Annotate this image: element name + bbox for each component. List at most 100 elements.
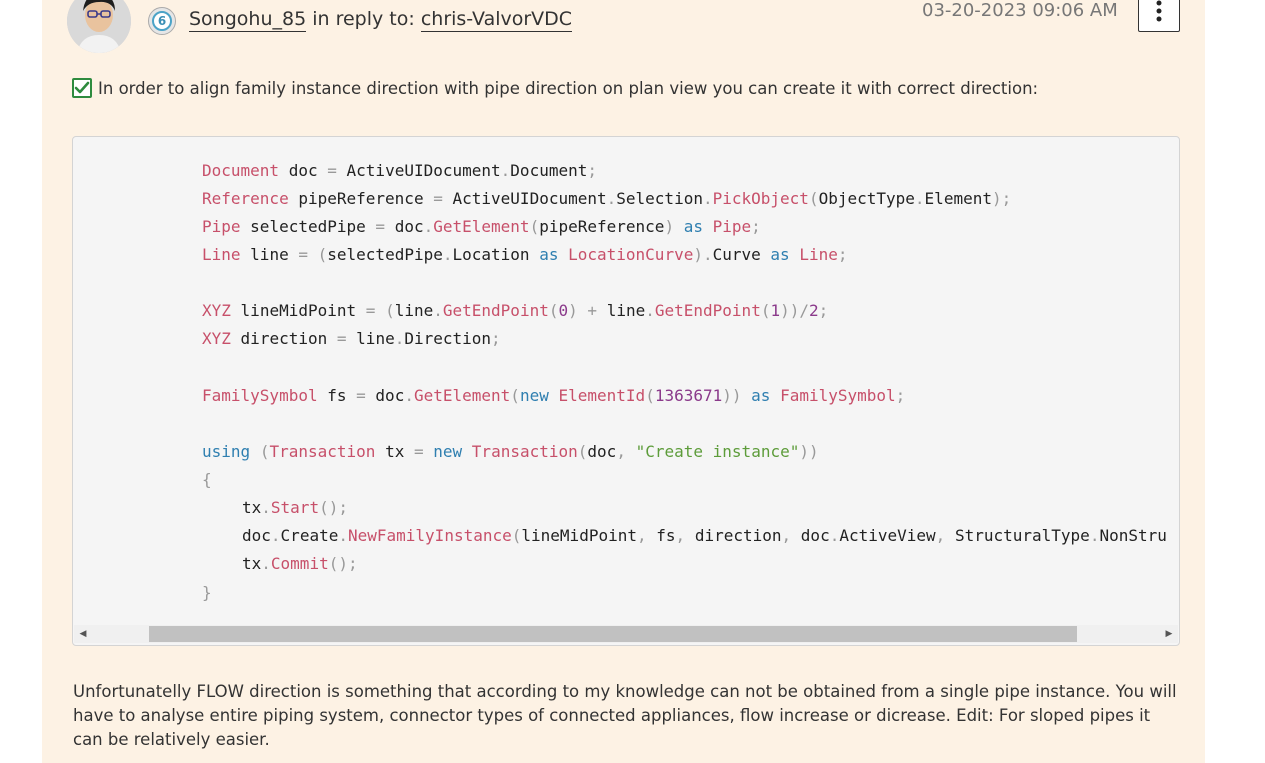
accepted-solution-check-icon bbox=[72, 78, 92, 98]
code-token: ( bbox=[511, 526, 522, 545]
code-token: direction bbox=[694, 526, 782, 545]
code-token: Selection bbox=[616, 189, 703, 208]
code-token: } bbox=[202, 583, 212, 602]
code-token: new bbox=[433, 442, 463, 461]
code-token: ; bbox=[587, 161, 597, 180]
code-token: , bbox=[781, 526, 792, 545]
rank-number: 6 bbox=[152, 11, 172, 31]
reply-to-link[interactable]: chris-ValvorVDC bbox=[420, 8, 573, 32]
code-token: Create bbox=[280, 526, 339, 545]
code-token: ; bbox=[818, 301, 829, 320]
code-token: Pipe bbox=[712, 217, 752, 236]
code-token: . bbox=[261, 554, 271, 573]
code-token: Transaction bbox=[471, 442, 578, 461]
post-options-button[interactable] bbox=[1138, 0, 1180, 32]
code-token: + bbox=[587, 301, 598, 320]
code-token: 1 bbox=[770, 301, 781, 320]
code-token: NewFamilyInstance bbox=[347, 526, 512, 545]
code-token: XYZ bbox=[202, 329, 231, 348]
user-avatar[interactable] bbox=[67, 0, 131, 53]
code-token: GetEndPoint bbox=[654, 301, 761, 320]
code-line: tx.Start(); bbox=[242, 494, 348, 522]
code-token: = bbox=[375, 217, 386, 236]
code-token: 2 bbox=[809, 301, 819, 320]
code-token: ( bbox=[385, 301, 395, 320]
scroll-left-arrow-icon[interactable]: ◀ bbox=[74, 625, 92, 643]
scrollbar-thumb[interactable] bbox=[149, 626, 1077, 642]
code-block[interactable]: Document doc = ActiveUIDocument.Document… bbox=[72, 136, 1180, 646]
code-token: . bbox=[500, 161, 511, 180]
reply-prefix: in reply to: bbox=[312, 8, 415, 30]
code-token: doc bbox=[288, 161, 318, 180]
rank-badge: 6 bbox=[148, 7, 176, 35]
post-timestamp: 03-20-2023 09:06 AM bbox=[922, 0, 1118, 21]
code-token: ); bbox=[991, 189, 1012, 208]
code-token: ( bbox=[529, 217, 540, 236]
code-token: ) bbox=[568, 301, 578, 320]
intro-text: In order to align family instance direct… bbox=[98, 78, 1039, 98]
code-token: = bbox=[433, 189, 443, 208]
code-token: Direction bbox=[404, 329, 492, 348]
code-token: ( bbox=[808, 189, 819, 208]
code-token: ). bbox=[693, 245, 713, 264]
code-token: . bbox=[338, 526, 348, 545]
code-token: as bbox=[683, 217, 703, 236]
code-token: . bbox=[914, 189, 925, 208]
code-horizontal-scrollbar[interactable]: ◀ ▶ bbox=[74, 625, 1178, 643]
code-token: Pipe bbox=[202, 217, 241, 236]
code-token: ) bbox=[664, 217, 675, 236]
code-token: . bbox=[829, 526, 840, 545]
forum-post: 6 Songohu_85 in reply to: chris-ValvorVD… bbox=[42, 0, 1205, 763]
code-token: Line bbox=[202, 245, 241, 264]
code-token: , bbox=[636, 526, 647, 545]
code-token: ; bbox=[491, 329, 501, 348]
code-token: new bbox=[519, 386, 549, 405]
code-token: . bbox=[404, 386, 414, 405]
code-token: (); bbox=[319, 498, 348, 517]
code-token: tx bbox=[385, 442, 405, 461]
code-token: ( bbox=[577, 442, 588, 461]
code-token: ObjectType bbox=[818, 189, 915, 208]
code-line: } bbox=[202, 579, 212, 607]
code-token: Start bbox=[270, 498, 320, 517]
code-token: pipeReference bbox=[539, 217, 665, 236]
code-token: = bbox=[413, 442, 424, 461]
code-line: using (Transaction tx = new Transaction(… bbox=[202, 438, 819, 466]
scroll-right-arrow-icon[interactable]: ▶ bbox=[1160, 625, 1178, 643]
code-token: Element bbox=[924, 189, 992, 208]
code-token: as bbox=[539, 245, 559, 264]
code-token: fs bbox=[656, 526, 676, 545]
code-line: Pipe selectedPipe = doc.GetElement(pipeR… bbox=[202, 213, 761, 241]
code-token: , bbox=[675, 526, 686, 545]
code-token: . bbox=[442, 245, 453, 264]
code-token: line bbox=[250, 245, 289, 264]
code-token: Document bbox=[510, 161, 588, 180]
author-link[interactable]: Songohu_85 bbox=[189, 8, 307, 32]
code-token: "Create instance" bbox=[635, 442, 800, 461]
post-byline: Songohu_85 in reply to: chris-ValvorVDC bbox=[189, 8, 573, 32]
code-token: (); bbox=[328, 554, 358, 573]
code-token: . bbox=[645, 301, 655, 320]
code-token: = bbox=[365, 301, 376, 320]
code-token: ; bbox=[837, 245, 848, 264]
